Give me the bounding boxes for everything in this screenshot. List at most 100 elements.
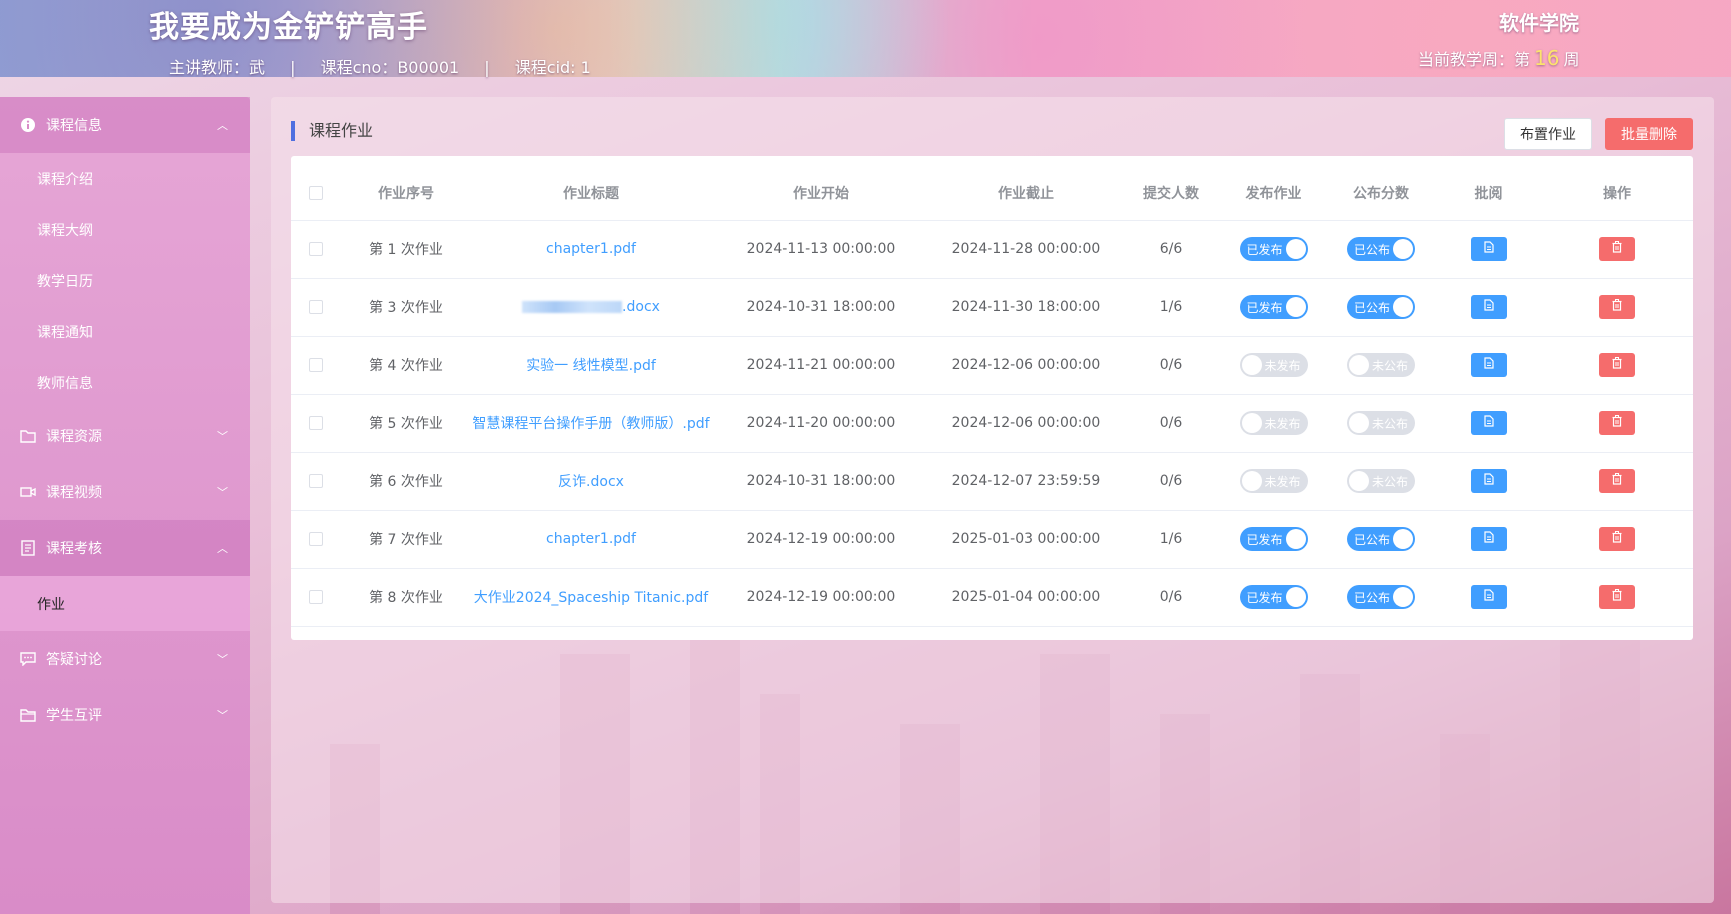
menu-group-course-resources[interactable]: 课程资源 ﹀ — [0, 408, 250, 464]
score-toggle[interactable]: 未公布 — [1347, 469, 1415, 493]
actions-cell — [1541, 278, 1693, 337]
menu-group-label: 课程考核 — [46, 541, 102, 557]
delete-row-button[interactable] — [1599, 585, 1635, 609]
homework-title-link[interactable]: chapter1.pdf — [546, 241, 636, 257]
publish-cell: 已发布 — [1221, 568, 1326, 627]
actions-cell — [1541, 452, 1693, 511]
score-toggle-label: 已公布 — [1354, 590, 1391, 605]
column-header-title: 作业标题 — [471, 156, 711, 221]
trash-icon — [1612, 531, 1622, 547]
toggle-knob — [1241, 355, 1262, 375]
score-toggle[interactable]: 已公布 — [1347, 295, 1415, 319]
chevron-up-icon: ︿ — [217, 542, 228, 555]
delete-row-button[interactable] — [1599, 527, 1635, 551]
sidebar-item-notice[interactable]: 课程通知 — [0, 306, 250, 357]
homework-end: 2024-11-30 18:00:00 — [931, 278, 1121, 337]
actions-cell — [1541, 336, 1693, 395]
homework-title-link[interactable]: .docx — [622, 299, 660, 315]
homework-title-link[interactable]: 大作业2024_Spaceship Titanic.pdf — [474, 590, 708, 606]
score-toggle[interactable]: 已公布 — [1347, 585, 1415, 609]
score-toggle[interactable]: 未公布 — [1347, 411, 1415, 435]
panel-title: 课程作业 — [291, 121, 373, 141]
homework-seq: 第 8 次作业 — [341, 568, 471, 627]
score-toggle[interactable]: 已公布 — [1347, 527, 1415, 551]
homework-table: 作业序号 作业标题 作业开始 作业截止 提交人数 发布作业 公布分数 批阅 操作… — [291, 156, 1693, 640]
row-checkbox[interactable] — [309, 532, 323, 546]
menu-group-course-video[interactable]: 课程视频 ﹀ — [0, 464, 250, 520]
toggle-knob — [1285, 587, 1306, 607]
batch-delete-button[interactable]: 批量删除 — [1605, 118, 1693, 150]
actions-cell — [1541, 568, 1693, 627]
meta-separator: | — [290, 58, 296, 77]
review-button[interactable] — [1470, 353, 1507, 377]
score-toggle-label: 已公布 — [1354, 300, 1391, 315]
toggle-knob — [1285, 239, 1306, 259]
submitted-count: 0/6 — [1121, 394, 1221, 453]
review-cell — [1436, 394, 1541, 453]
review-button[interactable] — [1470, 527, 1507, 551]
column-header-seq: 作业序号 — [341, 156, 471, 221]
row-checkbox[interactable] — [309, 300, 323, 314]
toggle-knob — [1241, 471, 1262, 491]
publish-toggle[interactable]: 未发布 — [1239, 411, 1308, 435]
sidebar-item-syllabus[interactable]: 课程大纲 — [0, 204, 250, 255]
homework-title-cell: 智慧课程平台操作手册（教师版）.pdf — [471, 394, 711, 453]
menu-group-peer-review[interactable]: 学生互评 ﹀ — [0, 687, 250, 743]
sidebar-item-course-intro[interactable]: 课程介绍 — [0, 153, 250, 204]
row-checkbox[interactable] — [309, 590, 323, 604]
row-checkbox[interactable] — [309, 416, 323, 430]
delete-row-button[interactable] — [1599, 411, 1635, 435]
delete-row-button[interactable] — [1599, 469, 1635, 493]
homework-start: 2024-12-19 00:00:00 — [711, 510, 931, 569]
toggle-knob — [1393, 297, 1413, 317]
score-toggle[interactable]: 未公布 — [1347, 353, 1415, 377]
submitted-count: 0/6 — [1121, 568, 1221, 627]
score-toggle[interactable]: 已公布 — [1347, 237, 1415, 261]
teacher-name: 主讲教师：武 — [169, 58, 266, 77]
delete-row-button[interactable] — [1599, 237, 1635, 261]
sidebar-item-homework[interactable]: 作业 — [0, 576, 250, 631]
publish-toggle[interactable]: 已发布 — [1239, 237, 1308, 261]
homework-title-link[interactable]: chapter1.pdf — [546, 531, 636, 547]
select-all-checkbox[interactable] — [309, 185, 323, 200]
publish-toggle[interactable]: 已发布 — [1239, 295, 1308, 319]
publish-toggle[interactable]: 未发布 — [1239, 353, 1308, 377]
folder-open-icon — [20, 707, 36, 723]
chat-icon — [20, 651, 36, 667]
sidebar-item-calendar[interactable]: 教学日历 — [0, 255, 250, 306]
homework-title-link[interactable]: 实验一 线性模型.pdf — [526, 358, 656, 374]
publish-toggle-label: 未发布 — [1264, 474, 1301, 489]
homework-title-link[interactable]: 反诈.docx — [558, 474, 624, 490]
review-button[interactable] — [1470, 469, 1507, 493]
review-cell — [1436, 336, 1541, 395]
row-checkbox[interactable] — [309, 242, 323, 256]
table-row: 第 8 次作业 大作业2024_Spaceship Titanic.pdf 20… — [291, 568, 1693, 627]
trash-icon — [1612, 299, 1622, 315]
sidebar-item-teacher-info[interactable]: 教师信息 — [0, 357, 250, 408]
row-checkbox[interactable] — [309, 358, 323, 372]
publish-toggle[interactable]: 已发布 — [1239, 585, 1308, 609]
assign-homework-button[interactable]: 布置作业 — [1504, 118, 1592, 150]
row-checkbox[interactable] — [309, 474, 323, 488]
course-meta: 主讲教师：武 | 课程cno：B00001 | 课程cid: 1 — [169, 54, 591, 78]
review-button[interactable] — [1470, 585, 1507, 609]
review-button[interactable] — [1470, 411, 1507, 435]
score-toggle-label: 未公布 — [1371, 474, 1408, 489]
review-button[interactable] — [1470, 237, 1507, 261]
menu-group-course-info[interactable]: 课程信息 ︿ — [0, 97, 250, 153]
delete-row-button[interactable] — [1599, 295, 1635, 319]
homework-title-link[interactable]: 智慧课程平台操作手册（教师版）.pdf — [472, 416, 709, 432]
review-cell — [1436, 220, 1541, 279]
review-cell — [1436, 568, 1541, 627]
delete-row-button[interactable] — [1599, 353, 1635, 377]
menu-group-course-assessment[interactable]: 课程考核 ︿ — [0, 520, 250, 576]
menu-group-qa-discussion[interactable]: 答疑讨论 ﹀ — [0, 631, 250, 687]
publish-toggle[interactable]: 已发布 — [1239, 527, 1308, 551]
toggle-knob — [1241, 413, 1262, 433]
chevron-down-icon: ﹀ — [217, 709, 228, 722]
table-row: 第 6 次作业 反诈.docx 2024-10-31 18:00:00 2024… — [291, 452, 1693, 511]
trash-icon — [1612, 241, 1622, 257]
homework-start: 2024-12-19 00:00:00 — [711, 568, 931, 627]
publish-toggle[interactable]: 未发布 — [1239, 469, 1308, 493]
review-button[interactable] — [1470, 295, 1507, 319]
